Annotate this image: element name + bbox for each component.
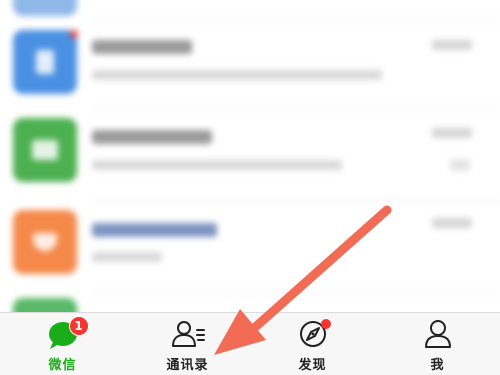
chat-name bbox=[92, 130, 212, 144]
tab-label: 我 bbox=[430, 358, 445, 373]
divider bbox=[92, 108, 500, 109]
tab-chats[interactable]: 1 微信 bbox=[0, 313, 125, 375]
contacts-icon bbox=[168, 317, 208, 351]
chat-name bbox=[92, 40, 192, 54]
avatar bbox=[13, 30, 77, 94]
person-icon bbox=[418, 317, 458, 351]
chat-time bbox=[432, 128, 472, 138]
tab-label: 发现 bbox=[298, 358, 327, 373]
tab-label: 微信 bbox=[48, 358, 77, 373]
tab-label: 通讯录 bbox=[166, 358, 209, 373]
chat-time bbox=[432, 40, 472, 50]
avatar bbox=[13, 210, 77, 274]
folder-icon bbox=[32, 140, 58, 160]
heart-icon bbox=[33, 233, 57, 251]
divider bbox=[92, 292, 500, 293]
chat-name bbox=[92, 223, 217, 237]
tab-discover[interactable]: 发现 bbox=[250, 313, 375, 375]
chat-preview bbox=[92, 70, 382, 80]
avatar bbox=[13, 118, 77, 182]
divider bbox=[92, 20, 500, 21]
chat-bubble-icon: 1 bbox=[43, 316, 89, 351]
bottom-tab-bar: 1 微信 通讯录 发现 我 bbox=[0, 312, 500, 375]
notification-dot bbox=[320, 319, 331, 329]
tab-me[interactable]: 我 bbox=[375, 313, 500, 375]
unread-badge: 1 bbox=[68, 316, 89, 336]
unread-dot bbox=[70, 30, 78, 38]
avatar[interactable] bbox=[13, 298, 77, 312]
document-icon bbox=[36, 50, 54, 74]
avatar[interactable] bbox=[13, 0, 77, 16]
chat-list bbox=[0, 0, 500, 312]
divider bbox=[92, 200, 500, 201]
chat-time bbox=[432, 218, 472, 228]
chat-preview bbox=[92, 160, 342, 170]
chat-list-content bbox=[0, 0, 500, 312]
compass-icon bbox=[293, 317, 333, 351]
chat-preview bbox=[92, 252, 162, 262]
tab-contacts[interactable]: 通讯录 bbox=[125, 313, 250, 375]
mute-icon bbox=[450, 160, 470, 170]
